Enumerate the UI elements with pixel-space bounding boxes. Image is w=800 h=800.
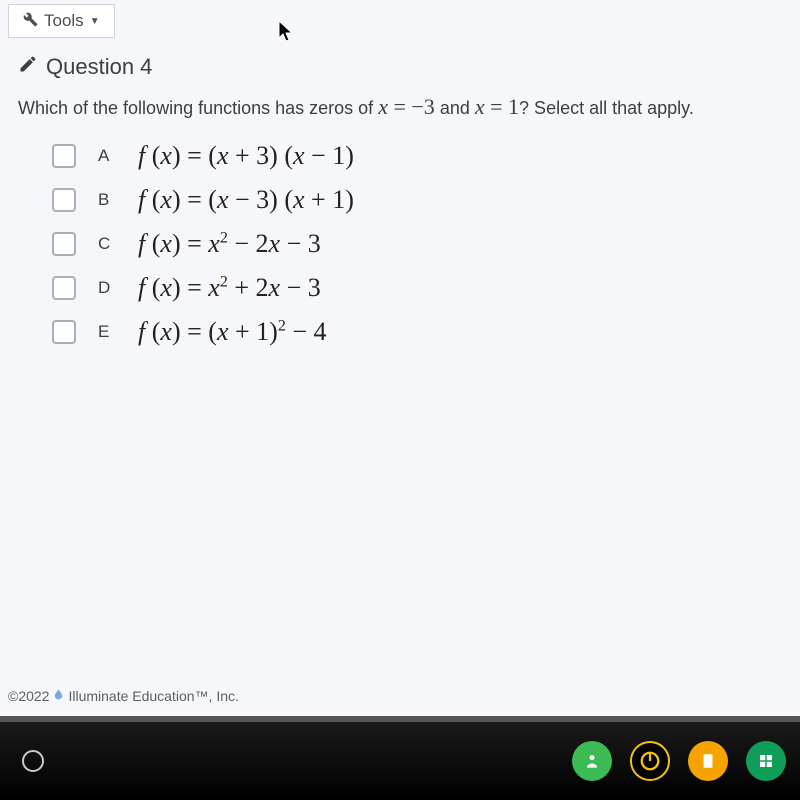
app-icon-power[interactable]: [630, 741, 670, 781]
option-b: B f (x) = (x − 3) (x + 1): [52, 185, 782, 215]
options-list: A f (x) = (x + 3) (x − 1) B f (x) = (x −…: [18, 141, 782, 347]
checkbox-b[interactable]: [52, 188, 76, 212]
option-letter: A: [98, 146, 138, 166]
math-val-1: −3: [411, 94, 434, 119]
option-letter: B: [98, 190, 138, 210]
question-panel: Question 4 Which of the following functi…: [0, 38, 800, 347]
checkbox-d[interactable]: [52, 276, 76, 300]
question-number: Question 4: [46, 54, 152, 80]
option-formula: f (x) = x2 + 2x − 3: [138, 273, 321, 303]
start-button[interactable]: [22, 750, 44, 772]
math-var-2: x: [475, 94, 485, 119]
math-eq-1: =: [388, 94, 411, 119]
math-var-1: x: [378, 94, 388, 119]
app-icon-classroom[interactable]: [572, 741, 612, 781]
option-formula: f (x) = (x − 3) (x + 1): [138, 185, 354, 215]
copyright-year: ©2022: [8, 688, 49, 704]
app-icon-sheets[interactable]: [746, 741, 786, 781]
taskbar: [0, 722, 800, 800]
option-a: A f (x) = (x + 3) (x − 1): [52, 141, 782, 171]
option-formula: f (x) = (x + 3) (x − 1): [138, 141, 354, 171]
option-letter: E: [98, 322, 138, 342]
pencil-icon: [18, 54, 38, 80]
checkbox-c[interactable]: [52, 232, 76, 256]
company-name: Illuminate Education™, Inc.: [68, 688, 238, 704]
tools-label: Tools: [44, 11, 84, 31]
prompt-text-pre: Which of the following functions has zer…: [18, 98, 378, 118]
question-header: Question 4: [18, 54, 782, 80]
checkbox-e[interactable]: [52, 320, 76, 344]
caret-down-icon: ▼: [90, 16, 100, 27]
option-letter: C: [98, 234, 138, 254]
option-c: C f (x) = x2 − 2x − 3: [52, 229, 782, 259]
prompt-text-mid: and: [440, 98, 475, 118]
footer: ©2022 Illuminate Education™, Inc.: [8, 687, 239, 704]
question-prompt: Which of the following functions has zer…: [18, 90, 782, 123]
math-val-2: 1: [508, 94, 519, 119]
tools-dropdown[interactable]: Tools ▼: [8, 4, 115, 38]
prompt-text-post: ? Select all that apply.: [519, 98, 694, 118]
option-formula: f (x) = (x + 1)2 − 4: [138, 317, 327, 347]
checkbox-a[interactable]: [52, 144, 76, 168]
math-eq-2: =: [485, 94, 508, 119]
droplet-icon: [53, 687, 64, 704]
option-d: D f (x) = x2 + 2x − 3: [52, 273, 782, 303]
option-e: E f (x) = (x + 1)2 − 4: [52, 317, 782, 347]
option-formula: f (x) = x2 − 2x − 3: [138, 229, 321, 259]
app-icon-docs[interactable]: [688, 741, 728, 781]
option-letter: D: [98, 278, 138, 298]
wrench-icon: [23, 12, 38, 31]
